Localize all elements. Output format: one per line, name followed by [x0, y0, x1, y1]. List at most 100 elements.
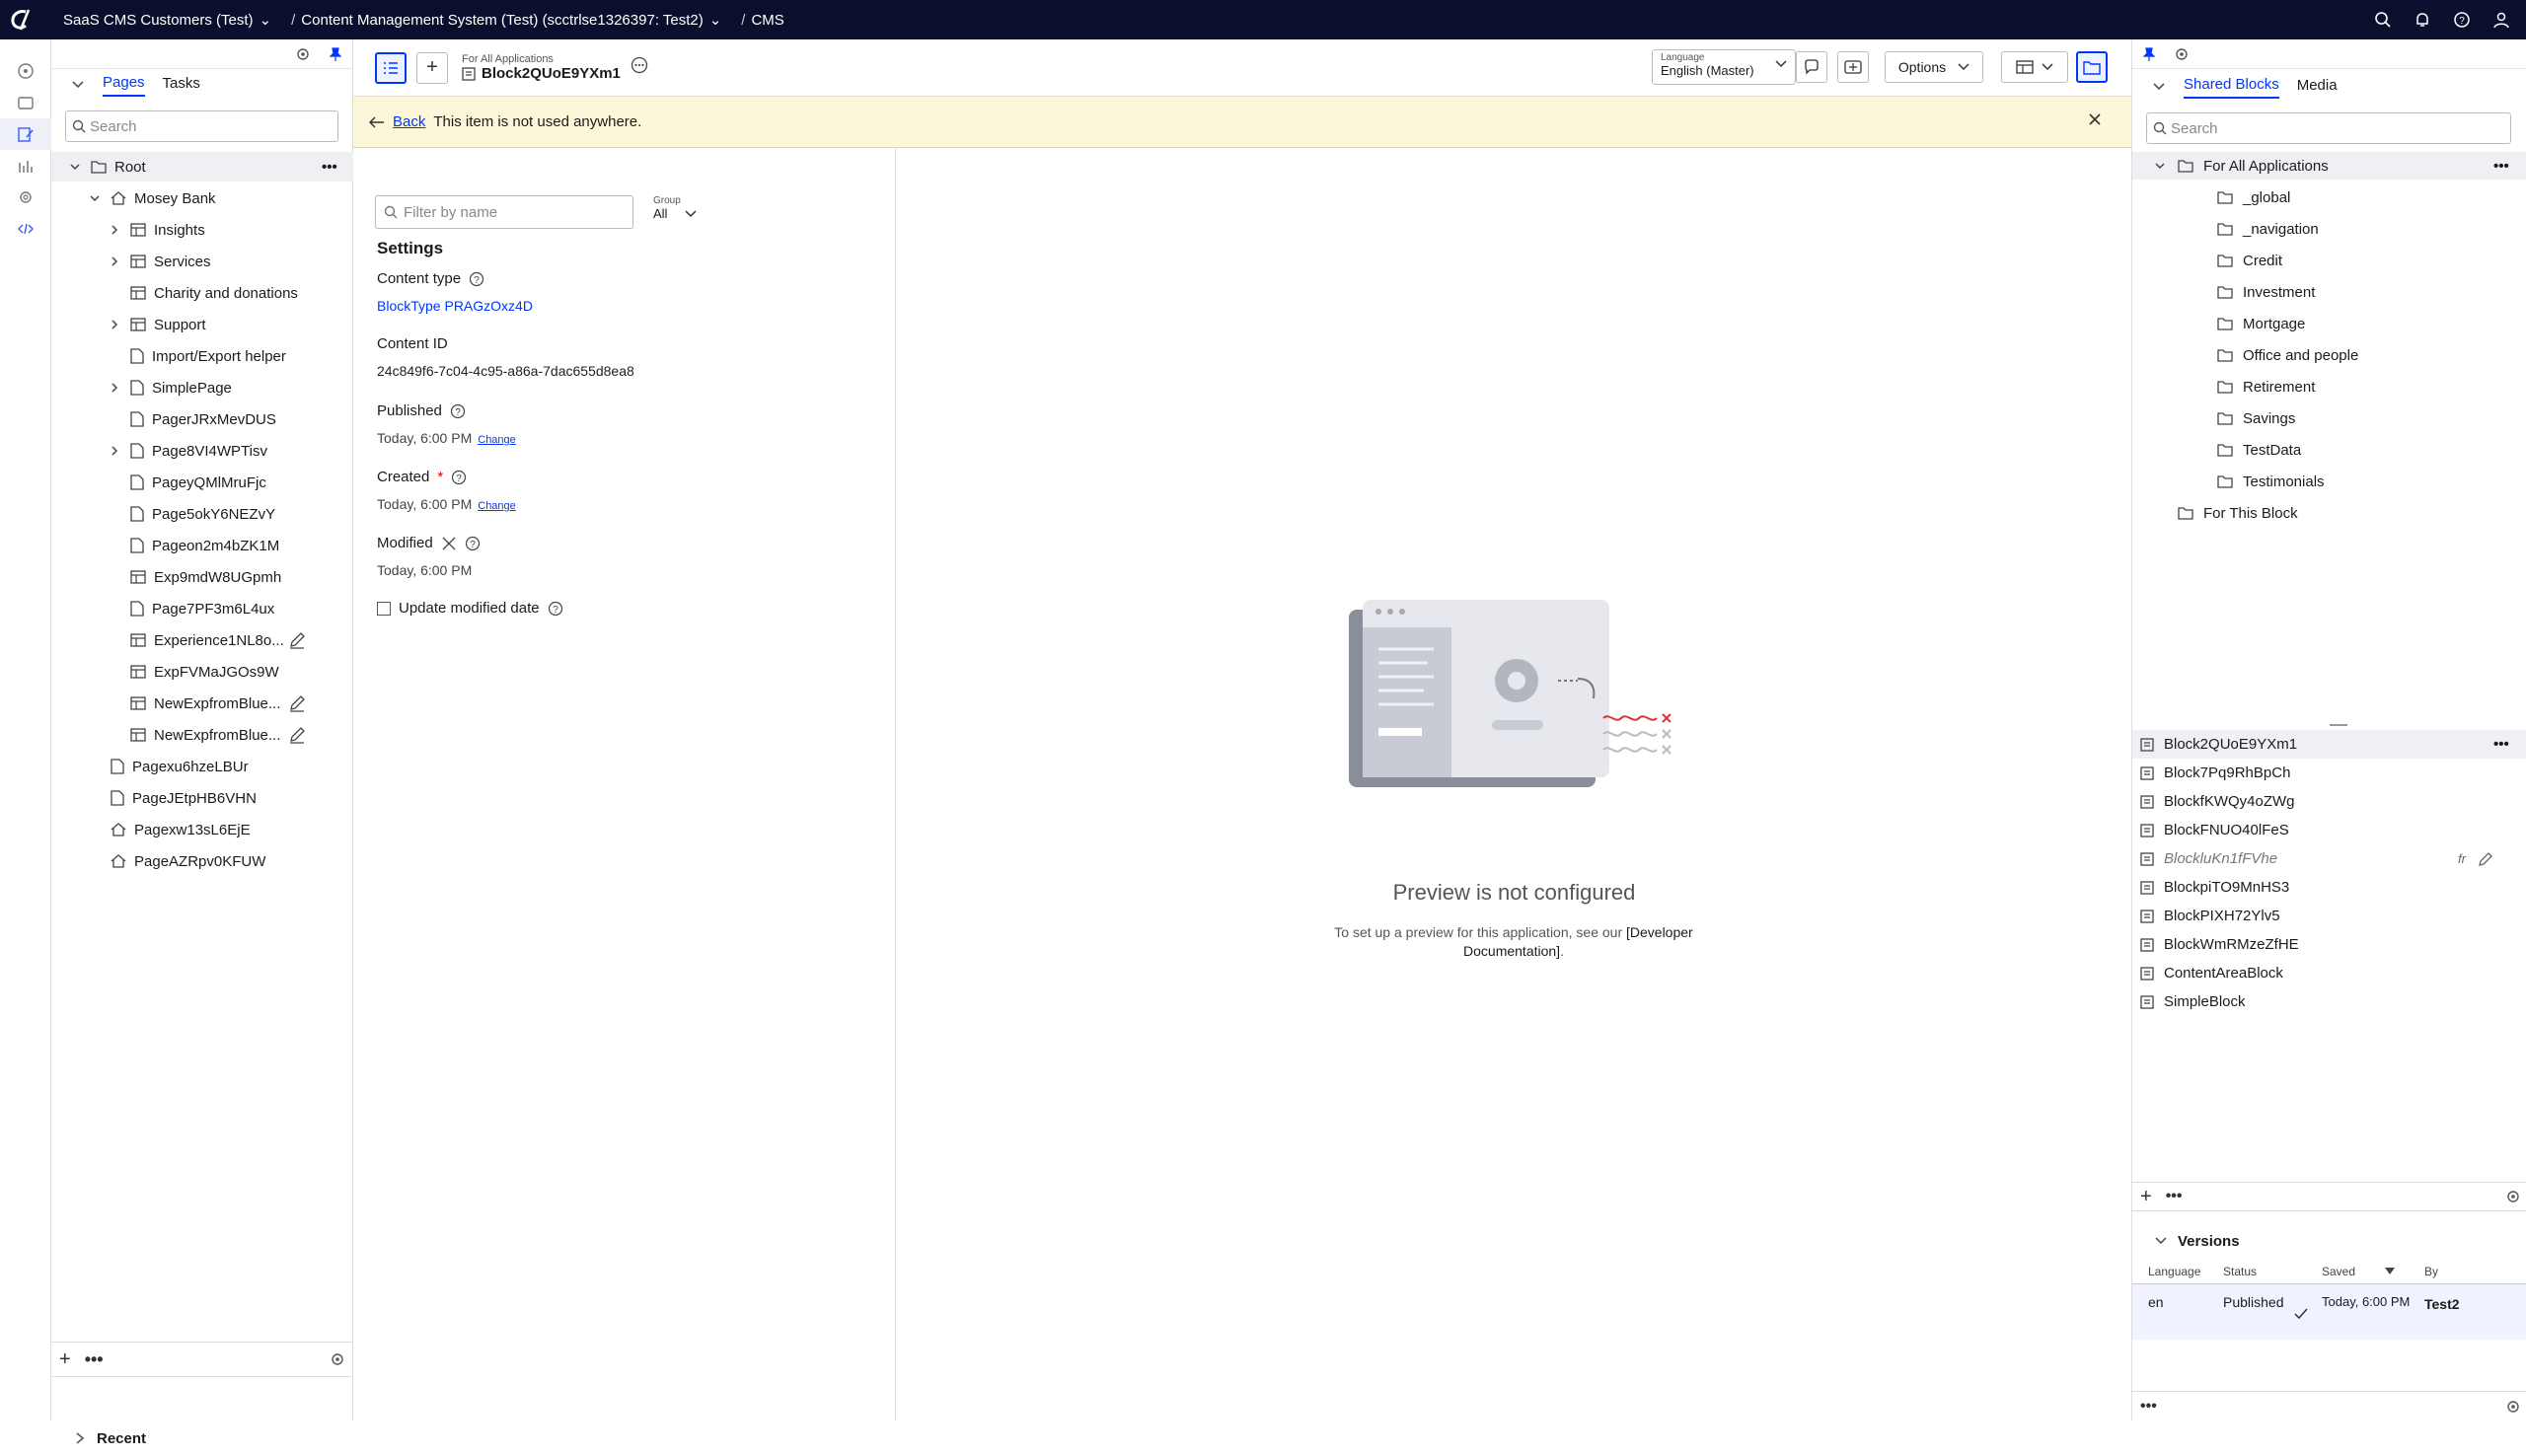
- tab-media[interactable]: Media: [2297, 77, 2338, 98]
- blocks-search-input[interactable]: Search: [2146, 112, 2511, 144]
- block-list-item[interactable]: BlockluKn1fFVhe fr: [2132, 844, 2526, 873]
- options-button[interactable]: Options: [1885, 51, 1983, 83]
- app-crumb[interactable]: CMS: [751, 12, 783, 29]
- app-logo-icon[interactable]: [0, 0, 39, 39]
- pencil-icon[interactable]: [288, 726, 306, 744]
- compare-button[interactable]: [1837, 51, 1869, 83]
- gear-icon[interactable]: [295, 46, 311, 62]
- chevron-down-icon[interactable]: [89, 192, 103, 204]
- code-icon[interactable]: [0, 213, 51, 245]
- add-button[interactable]: +: [416, 51, 448, 84]
- tree-item[interactable]: NewExpfromBlue...: [51, 689, 353, 718]
- tree-item[interactable]: PageJEtpHB6VHN: [51, 783, 353, 813]
- assets-panel-button[interactable]: [2076, 51, 2108, 83]
- tree-item[interactable]: Insights: [51, 215, 353, 245]
- tree-item[interactable]: PagerJRxMevDUS: [51, 404, 353, 434]
- folder-item[interactable]: Mortgage: [2132, 310, 2526, 337]
- folder-item[interactable]: Testimonials: [2132, 468, 2526, 495]
- tree-item[interactable]: Mosey Bank: [51, 183, 353, 213]
- bell-icon[interactable]: [2414, 11, 2431, 29]
- more-icon[interactable]: •••: [2140, 1398, 2157, 1416]
- edit-nav-icon[interactable]: [0, 118, 51, 150]
- block-list-item[interactable]: BlockWmRMzeZfHE: [2132, 930, 2526, 959]
- more-icon[interactable]: •••: [2166, 1188, 2183, 1205]
- help-icon[interactable]: ?: [450, 403, 466, 419]
- tree-item[interactable]: Services: [51, 247, 353, 276]
- more-icon[interactable]: •••: [2493, 736, 2509, 753]
- block-list-item[interactable]: ContentAreaBlock: [2132, 959, 2526, 987]
- page-search-input[interactable]: Search: [65, 110, 338, 142]
- tree-root[interactable]: Root •••: [51, 152, 353, 182]
- reports-icon[interactable]: [0, 150, 51, 182]
- recent-section[interactable]: Recent: [51, 1420, 146, 1456]
- folder-item[interactable]: Credit: [2132, 247, 2526, 274]
- tree-item[interactable]: Import/Export helper: [51, 341, 353, 371]
- tree-item[interactable]: SimplePage: [51, 373, 353, 402]
- change-created-link[interactable]: Change: [478, 500, 516, 512]
- arrow-left-icon[interactable]: [369, 115, 385, 128]
- block-list-item[interactable]: Block7Pq9RhBpCh: [2132, 759, 2526, 787]
- block-list-item[interactable]: Block2QUoE9YXm1 •••: [2132, 730, 2526, 759]
- tree-item[interactable]: Experience1NL8o...: [51, 625, 353, 655]
- block-list-item[interactable]: SimpleBlock: [2132, 987, 2526, 1016]
- add-icon[interactable]: +: [2140, 1186, 2152, 1208]
- chevron-right-icon[interactable]: [109, 382, 122, 394]
- block-list-item[interactable]: BlockfKWQy4oZWg: [2132, 787, 2526, 816]
- tab-tasks[interactable]: Tasks: [163, 75, 200, 96]
- project-switcher[interactable]: Content Management System (Test) (scctrl…: [301, 11, 751, 30]
- close-icon[interactable]: [2088, 112, 2102, 126]
- tree-item[interactable]: Page5okY6NEZvY: [51, 499, 353, 529]
- collapse-chevron-icon[interactable]: [2152, 82, 2166, 92]
- chevron-right-icon[interactable]: [109, 255, 122, 267]
- folder-item[interactable]: TestData: [2132, 436, 2526, 464]
- gear-icon[interactable]: [2505, 1399, 2521, 1415]
- layout-button[interactable]: [2001, 51, 2068, 83]
- back-link[interactable]: Back: [393, 113, 425, 130]
- chevron-right-icon[interactable]: [109, 445, 122, 457]
- pin-icon[interactable]: [2142, 46, 2156, 62]
- resize-handle[interactable]: [2330, 724, 2347, 726]
- gear-icon[interactable]: [2174, 46, 2190, 62]
- change-published-link[interactable]: Change: [478, 434, 516, 446]
- tree-item[interactable]: Pagexw13sL6EjE: [51, 815, 353, 844]
- folder-item[interactable]: _global: [2132, 183, 2526, 211]
- collapse-chevron-icon[interactable]: [71, 80, 85, 90]
- version-row[interactable]: en Published Today, 6:00 PM Test2: [2132, 1284, 2526, 1340]
- help-icon[interactable]: ?: [465, 536, 481, 551]
- help-icon[interactable]: ?: [469, 271, 484, 287]
- pencil-icon[interactable]: [288, 631, 306, 649]
- folder-item[interactable]: For This Block: [2132, 499, 2526, 527]
- dashboard-icon[interactable]: [0, 55, 51, 87]
- more-options-icon[interactable]: [631, 56, 648, 74]
- chevron-down-icon[interactable]: [69, 161, 83, 173]
- block-list-item[interactable]: BlockFNUO40lFeS: [2132, 816, 2526, 844]
- folder-root[interactable]: For All Applications •••: [2132, 152, 2526, 180]
- search-icon[interactable]: [2374, 11, 2392, 29]
- list-view-button[interactable]: [375, 51, 407, 84]
- more-icon[interactable]: •••: [322, 159, 337, 176]
- folder-item[interactable]: Investment: [2132, 278, 2526, 306]
- tree-item[interactable]: Support: [51, 310, 353, 339]
- tree-item[interactable]: ExpFVMaJGOs9W: [51, 657, 353, 687]
- pencil-icon[interactable]: [2478, 851, 2493, 867]
- comments-button[interactable]: [1796, 51, 1827, 83]
- tree-item[interactable]: Page8VI4WPTisv: [51, 436, 353, 466]
- folder-nav-icon[interactable]: [0, 87, 51, 118]
- more-icon[interactable]: •••: [2493, 158, 2509, 175]
- tree-item[interactable]: Pageon2m4bZK1M: [51, 531, 353, 560]
- help-icon[interactable]: ?: [2453, 11, 2471, 29]
- settings-nav-icon[interactable]: [0, 182, 51, 213]
- tree-item[interactable]: NewExpfromBlue...: [51, 720, 353, 750]
- pin-icon[interactable]: [329, 46, 342, 62]
- col-saved[interactable]: Saved: [2322, 1265, 2420, 1278]
- language-select[interactable]: Language English (Master): [1652, 49, 1796, 85]
- pencil-icon[interactable]: [288, 694, 306, 712]
- content-type-link[interactable]: BlockType PRAGzOxz4D: [377, 298, 533, 314]
- org-switcher[interactable]: SaaS CMS Customers (Test) ⌄ /: [63, 11, 301, 30]
- gear-icon[interactable]: [330, 1351, 345, 1367]
- user-icon[interactable]: [2492, 11, 2510, 29]
- gear-icon[interactable]: [2505, 1189, 2521, 1204]
- chevron-right-icon[interactable]: [109, 224, 122, 236]
- tab-shared-blocks[interactable]: Shared Blocks: [2184, 76, 2279, 99]
- tree-item[interactable]: PageAZRpv0KFUW: [51, 846, 353, 876]
